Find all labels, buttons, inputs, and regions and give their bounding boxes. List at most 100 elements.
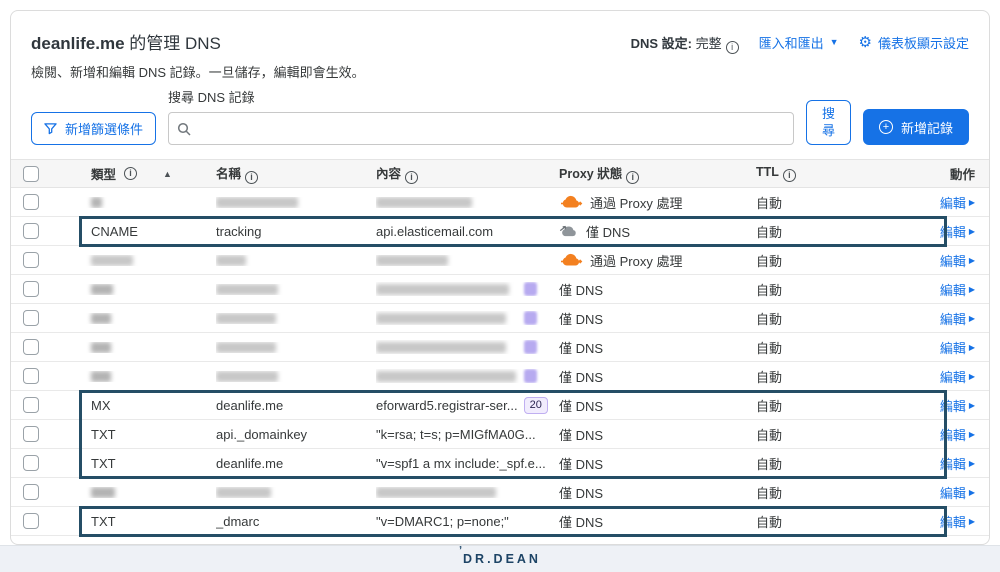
redacted-type <box>91 370 111 382</box>
dns-only-cloud-icon <box>559 225 577 237</box>
row-checkbox[interactable] <box>23 397 39 414</box>
redacted-name <box>216 370 278 382</box>
record-type: TXT <box>91 513 116 529</box>
ttl-value: 自動 <box>756 224 783 240</box>
redacted-type <box>91 254 133 266</box>
info-icon[interactable]: i <box>725 41 739 54</box>
sort-asc-icon[interactable]: ▲ <box>163 169 172 179</box>
dns-toolbar: 新增篩選條件 搜尋 DNS 記錄 搜尋 + 新增記錄 <box>11 81 989 145</box>
ttl-value: 自動 <box>756 195 783 211</box>
proxied-cloud-icon <box>560 194 583 208</box>
edit-record-link[interactable]: 編輯 ▶ <box>940 251 975 270</box>
redacted-content <box>376 486 496 498</box>
redacted-priority-badge <box>524 340 537 354</box>
info-icon[interactable]: i <box>245 171 259 184</box>
redacted-content <box>376 370 516 382</box>
plus-icon: + <box>878 120 893 134</box>
row-checkbox[interactable] <box>23 223 39 240</box>
chevron-right-icon: ▶ <box>968 255 975 265</box>
edit-record-link[interactable]: 編輯 ▶ <box>940 222 975 241</box>
proxied-cloud-icon <box>560 252 583 266</box>
search-box[interactable] <box>168 112 794 145</box>
info-icon[interactable]: i <box>124 167 138 180</box>
record-content: "k=rsa; t=s; p=MIGfMA0G... <box>376 426 536 442</box>
search-button[interactable]: 搜尋 <box>805 100 851 145</box>
dns-setting-value: 完整 <box>695 36 722 51</box>
record-type: CNAME <box>91 223 138 239</box>
column-header-ttl[interactable]: TTL i <box>756 165 881 182</box>
row-checkbox[interactable] <box>23 426 39 443</box>
chevron-right-icon: ▶ <box>968 313 975 323</box>
column-header-content[interactable]: 內容 i <box>376 163 559 184</box>
table-row[interactable]: 僅 DNS 自動 編輯 ▶ <box>11 333 989 362</box>
redacted-content <box>376 196 472 208</box>
edit-record-link[interactable]: 編輯 ▶ <box>940 338 975 357</box>
ttl-value: 自動 <box>756 485 783 501</box>
redacted-type <box>91 486 115 498</box>
redacted-type <box>91 312 111 324</box>
add-filter-button[interactable]: 新增篩選條件 <box>31 112 157 145</box>
table-row[interactable]: 僅 DNS 自動 編輯 ▶ <box>11 304 989 333</box>
page-title: deanlife.me 的管理 DNS <box>31 29 365 54</box>
table-row[interactable]: TXT _dmarc "v=DMARC1; p=none;" 僅 DNS 自動 … <box>11 507 989 536</box>
row-checkbox[interactable] <box>23 194 39 211</box>
row-checkbox[interactable] <box>23 281 39 298</box>
row-checkbox[interactable] <box>23 339 39 356</box>
redacted-name <box>216 283 278 295</box>
table-row[interactable]: MX deanlife.me eforward5.registrar-ser..… <box>11 391 989 420</box>
chevron-right-icon: ▶ <box>968 429 975 439</box>
select-all-checkbox[interactable] <box>23 165 39 182</box>
chevron-right-icon: ▶ <box>968 226 975 236</box>
filter-icon <box>44 123 57 135</box>
edit-record-link[interactable]: 編輯 ▶ <box>940 280 975 299</box>
table-row[interactable]: 僅 DNS 自動 編輯 ▶ <box>11 362 989 391</box>
redacted-content <box>376 341 506 353</box>
row-checkbox[interactable] <box>23 252 39 269</box>
ttl-value: 自動 <box>756 427 783 443</box>
row-checkbox[interactable] <box>23 310 39 327</box>
edit-record-link[interactable]: 編輯 ▶ <box>940 483 975 502</box>
column-header-name[interactable]: 名稱 i <box>216 163 376 184</box>
info-icon[interactable]: i <box>626 171 640 184</box>
panel-header-left: deanlife.me 的管理 DNS 檢閱、新增和編輯 DNS 記錄。一旦儲存… <box>31 29 365 81</box>
column-header-proxy[interactable]: Proxy 狀態 i <box>559 163 756 184</box>
edit-record-link[interactable]: 編輯 ▶ <box>940 425 975 444</box>
row-checkbox[interactable] <box>23 484 39 501</box>
row-checkbox[interactable] <box>23 368 39 385</box>
add-record-button[interactable]: + 新增記錄 <box>862 109 969 145</box>
table-row[interactable]: 僅 DNS 自動 編輯 ▶ <box>11 478 989 507</box>
table-row[interactable]: CNAME tracking api.elasticemail.com 僅 DN… <box>11 217 989 246</box>
dashboard-display-settings-link[interactable]: ⚙ 儀表板顯示設定 <box>859 33 969 52</box>
edit-record-link[interactable]: 編輯 ▶ <box>940 193 975 212</box>
search-input[interactable] <box>197 121 785 136</box>
info-icon[interactable]: i <box>782 169 796 182</box>
edit-record-link[interactable]: 編輯 ▶ <box>940 454 975 473</box>
table-row[interactable]: 通過 Proxy 處理 自動 編輯 ▶ <box>11 188 989 217</box>
proxy-status: 通過 Proxy 處理 <box>590 195 683 211</box>
page-subtitle: 檢閱、新增和編輯 DNS 記錄。一旦儲存，編輯即會生效。 <box>31 65 365 80</box>
mx-priority-badge: 20 <box>523 396 548 414</box>
edit-record-link[interactable]: 編輯 ▶ <box>940 367 975 386</box>
row-checkbox[interactable] <box>23 455 39 472</box>
redacted-type <box>91 196 102 208</box>
import-export-menu[interactable]: 匯入和匯出 ▼ <box>759 33 839 52</box>
ttl-value: 自動 <box>756 514 783 530</box>
dns-management-panel: deanlife.me 的管理 DNS 檢閱、新增和編輯 DNS 記錄。一旦儲存… <box>10 10 990 545</box>
column-header-type[interactable]: 類型 i ▲ <box>79 164 216 183</box>
table-row[interactable]: TXT api._domainkey "k=rsa; t=s; p=MIGfMA… <box>11 420 989 449</box>
edit-record-link[interactable]: 編輯 ▶ <box>940 512 975 531</box>
record-content: api.elasticemail.com <box>376 223 494 239</box>
table-row[interactable]: 通過 Proxy 處理 自動 編輯 ▶ <box>11 246 989 275</box>
info-icon[interactable]: i <box>405 171 419 184</box>
record-name: api._domainkey <box>216 426 308 442</box>
page-footer: DR.DEAN <box>0 545 1000 572</box>
row-checkbox[interactable] <box>23 513 39 530</box>
table-row[interactable]: 僅 DNS 自動 編輯 ▶ <box>11 275 989 304</box>
table-row[interactable]: TXT deanlife.me "v=spf1 a mx include:_sp… <box>11 449 989 478</box>
edit-record-link[interactable]: 編輯 ▶ <box>940 309 975 328</box>
dns-setting-status: DNS 設定: 完整 i <box>631 33 739 54</box>
edit-record-link[interactable]: 編輯 ▶ <box>940 396 975 415</box>
dns-setting-label: DNS 設定: <box>630 36 692 51</box>
record-name: _dmarc <box>216 513 260 529</box>
record-type: TXT <box>91 455 116 471</box>
